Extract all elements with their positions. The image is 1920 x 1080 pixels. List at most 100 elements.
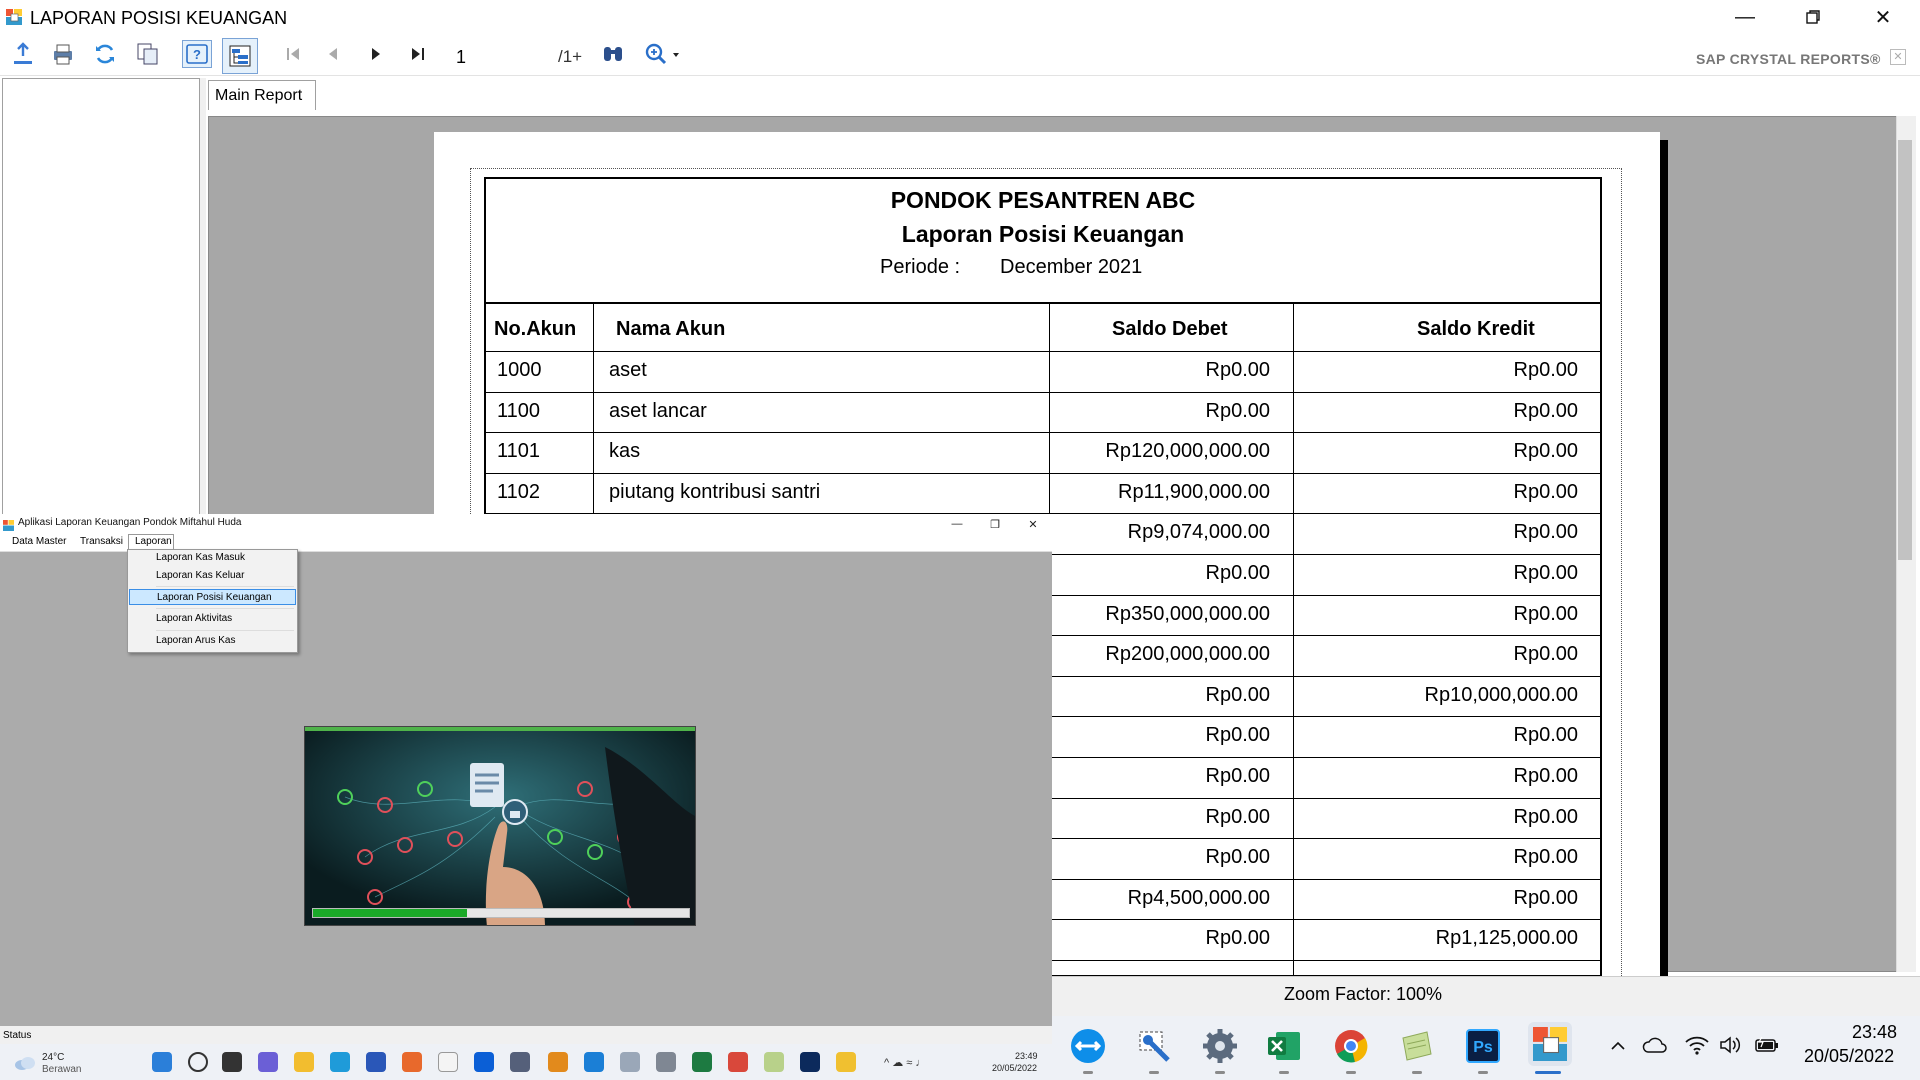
app-minimize-button[interactable]: — xyxy=(942,514,972,534)
close-viewer-icon[interactable]: ✕ xyxy=(1890,49,1906,65)
cell-saldo-kredit: Rp0.00 xyxy=(1513,521,1579,543)
cell-nama-akun: kas xyxy=(609,440,641,462)
refresh-icon[interactable] xyxy=(90,40,120,68)
first-page-icon[interactable] xyxy=(278,40,308,68)
wifi-icon[interactable] xyxy=(1684,1034,1710,1056)
mini-weather-temp: 24°C xyxy=(42,1052,65,1063)
excel-taskbar-icon[interactable] xyxy=(1264,1026,1304,1066)
app-restore-button[interactable]: ❐ xyxy=(980,514,1010,534)
menu-item-laporan-kas-masuk[interactable]: Laporan Kas Masuk xyxy=(129,550,296,566)
minimize-button[interactable]: — xyxy=(1710,0,1780,34)
cell-saldo-kredit: Rp0.00 xyxy=(1513,481,1579,503)
report-title: Laporan Posisi Keuangan xyxy=(901,221,1185,247)
running-indicator xyxy=(1149,1071,1159,1074)
previous-page-icon[interactable] xyxy=(318,40,348,68)
cell-saldo-debet: Rp350,000,000.00 xyxy=(1105,603,1270,625)
svg-text:Ps: Ps xyxy=(1473,1039,1493,1056)
app-close-button[interactable]: ✕ xyxy=(1018,514,1048,534)
mini-clock-time: 23:49 xyxy=(1015,1051,1038,1061)
company-name: PONDOK PESANTREN ABC xyxy=(890,187,1196,213)
chrome-icon[interactable] xyxy=(728,1052,748,1072)
link-icon[interactable] xyxy=(510,1052,530,1072)
firefox-icon[interactable] xyxy=(402,1052,422,1072)
menu-laporan[interactable]: Laporan xyxy=(131,536,176,547)
notes-icon[interactable] xyxy=(764,1052,784,1072)
settings-icon[interactable] xyxy=(656,1052,676,1072)
chevron-up-icon[interactable] xyxy=(1608,1036,1628,1056)
cell-saldo-kredit: Rp0.00 xyxy=(1513,359,1579,381)
file-explorer-icon[interactable] xyxy=(294,1052,314,1072)
app-window-title: Aplikasi Laporan Keuangan Pondok Miftahu… xyxy=(18,517,242,528)
photoshop-icon[interactable] xyxy=(800,1052,820,1072)
title-bar xyxy=(0,0,1920,34)
row-divider xyxy=(484,392,1602,393)
tools-taskbar-icon[interactable] xyxy=(1134,1026,1174,1066)
excel-icon[interactable] xyxy=(692,1052,712,1072)
teamviewer-taskbar-icon[interactable] xyxy=(1068,1026,1108,1066)
tools-icon[interactable] xyxy=(620,1052,640,1072)
running-indicator xyxy=(1279,1071,1289,1074)
cell-no-akun: 1100 xyxy=(497,400,541,422)
window-title: LAPORAN POSISI KEUANGAN xyxy=(30,8,288,28)
copy-icon[interactable] xyxy=(133,40,163,68)
teamviewer-icon[interactable] xyxy=(584,1052,604,1072)
sublime-icon[interactable] xyxy=(548,1052,568,1072)
scrollbar-thumb[interactable] xyxy=(1898,140,1912,560)
cell-saldo-kredit: Rp0.00 xyxy=(1513,603,1579,625)
restore-button[interactable] xyxy=(1778,0,1848,34)
chat-icon[interactable] xyxy=(258,1052,278,1072)
task-view-icon[interactable] xyxy=(222,1052,242,1072)
weather-cloud-icon xyxy=(14,1056,36,1070)
export-icon[interactable] xyxy=(8,40,38,68)
next-page-icon[interactable] xyxy=(361,40,391,68)
row-divider xyxy=(484,432,1602,433)
battery-charging-icon[interactable] xyxy=(1754,1034,1780,1056)
cell-nama-akun: piutang kontribusi santri xyxy=(609,481,821,503)
row-divider xyxy=(484,473,1602,474)
running-indicator xyxy=(1412,1071,1422,1074)
notes-taskbar-icon[interactable] xyxy=(1397,1026,1437,1066)
zoom-factor: Zoom Factor: 100% xyxy=(1284,984,1443,1004)
cell-saldo-kredit: Rp0.00 xyxy=(1513,887,1579,909)
menu-item-laporan-posisi-keuangan[interactable]: Laporan Posisi Keuangan xyxy=(129,589,296,605)
zoom-dropdown-icon[interactable] xyxy=(640,40,686,68)
edge-icon[interactable] xyxy=(330,1052,350,1072)
crystal-report-icon[interactable] xyxy=(836,1052,856,1072)
chrome-taskbar-icon[interactable] xyxy=(1331,1026,1371,1066)
running-indicator xyxy=(1478,1071,1488,1074)
clock-date[interactable]: 20/05/2022 xyxy=(1804,1046,1894,1067)
tab-main-report[interactable]: Main Report xyxy=(208,80,316,110)
menu-data-master[interactable]: Data Master xyxy=(8,536,70,547)
menu-item-laporan-kas-keluar[interactable]: Laporan Kas Keluar xyxy=(129,568,296,584)
start-icon[interactable] xyxy=(152,1052,172,1072)
cell-saldo-debet: Rp0.00 xyxy=(1205,806,1271,828)
cell-saldo-debet: Rp0.00 xyxy=(1205,765,1271,787)
menu-separator xyxy=(156,630,294,631)
search-icon[interactable] xyxy=(188,1052,208,1072)
column-header-no-akun: No.Akun xyxy=(494,318,577,340)
dropbox-icon[interactable] xyxy=(474,1052,494,1072)
menu-separator xyxy=(156,586,294,587)
photoshop-taskbar-icon[interactable]: Ps xyxy=(1463,1026,1503,1066)
onedrive-icon[interactable] xyxy=(1642,1036,1668,1056)
cell-saldo-debet: Rp0.00 xyxy=(1205,846,1271,868)
amazon-icon[interactable] xyxy=(438,1052,458,1072)
mini-tray-icons[interactable]: ^ ☁ ≈ ♩ xyxy=(884,1056,926,1069)
print-icon[interactable] xyxy=(48,40,78,68)
last-page-icon[interactable] xyxy=(403,40,433,68)
cell-saldo-kredit: Rp10,000,000.00 xyxy=(1424,684,1578,706)
settings-taskbar-icon[interactable] xyxy=(1200,1026,1240,1066)
menu-transaksi[interactable]: Transaksi xyxy=(76,536,127,547)
volume-icon[interactable] xyxy=(1718,1034,1742,1056)
group-tree-toggle-icon[interactable] xyxy=(222,38,258,74)
menu-item-laporan-arus-kas[interactable]: Laporan Arus Kas xyxy=(129,633,296,649)
close-button[interactable]: ✕ xyxy=(1848,0,1918,34)
store-icon[interactable] xyxy=(366,1052,386,1072)
cell-saldo-debet: Rp0.00 xyxy=(1205,400,1271,422)
crystal-report-taskbar-icon[interactable] xyxy=(1528,1022,1572,1066)
clock-time[interactable]: 23:48 xyxy=(1852,1022,1897,1043)
page-number-input[interactable] xyxy=(450,45,550,69)
find-icon[interactable] xyxy=(598,40,628,68)
menu-item-laporan-aktivitas[interactable]: Laporan Aktivitas xyxy=(129,611,296,627)
help-icon[interactable]: ? xyxy=(182,40,212,68)
